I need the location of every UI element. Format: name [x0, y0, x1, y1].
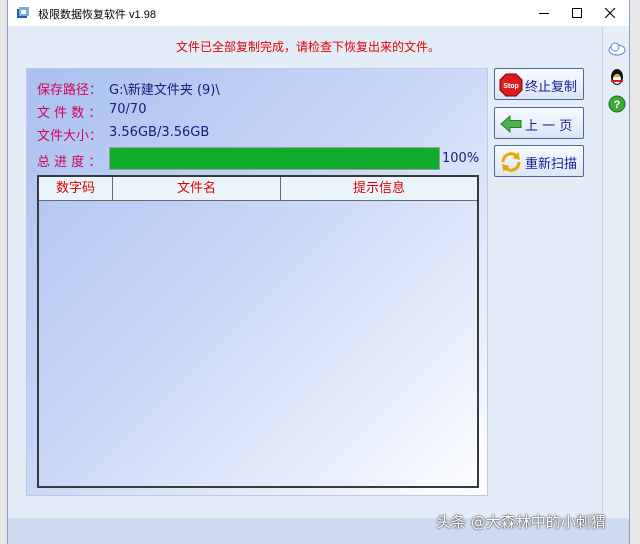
file-count-value: 70/70 — [109, 102, 147, 117]
file-count-label: 文 件 数 ： — [37, 106, 102, 121]
cloud-icon[interactable] — [607, 38, 627, 58]
rescan-button[interactable]: 重新扫描 — [494, 145, 584, 177]
column-header-message[interactable]: 提示信息 — [281, 177, 477, 200]
previous-page-label: 上 一 页 — [525, 119, 573, 134]
client-area: 文件已全部复制完成，请检查下恢复出来的文件。 保存路径： G:\新建文件夹 (9… — [8, 26, 629, 518]
column-header-filename[interactable]: 文件名 — [113, 177, 281, 200]
save-path-value: G:\新建文件夹 (9)\ — [109, 83, 220, 98]
minimize-icon — [539, 13, 549, 14]
column-header-code[interactable]: 数字码 — [39, 177, 113, 200]
desktop-left-strip — [0, 0, 7, 544]
status-message: 文件已全部复制完成，请检查下恢复出来的文件。 — [175, 40, 440, 54]
help-icon[interactable]: ? — [607, 94, 627, 114]
app-window: 极限数据恢复软件 v1.98 文件已全部复制完成，请检查下恢复出来的文件。 保存… — [7, 0, 630, 544]
maximize-icon — [572, 8, 582, 18]
save-path-label: 保存路径： — [37, 83, 103, 98]
arrow-left-icon — [500, 114, 522, 134]
refresh-icon — [501, 152, 521, 172]
desktop-right-strip — [630, 0, 640, 544]
previous-page-button[interactable]: 上 一 页 — [494, 107, 584, 139]
file-size-label: 文件大小： — [37, 129, 103, 144]
svg-text:?: ? — [614, 99, 621, 111]
close-icon — [605, 8, 615, 18]
watermark: 头条 @大森林中的小刺猬 — [436, 513, 606, 531]
table-header: 数字码 文件名 提示信息 — [39, 177, 477, 201]
side-toolbar: ? — [602, 26, 629, 518]
qq-penguin-icon[interactable] — [607, 66, 627, 86]
file-table[interactable]: 数字码 文件名 提示信息 — [37, 175, 479, 488]
app-logo-icon — [17, 7, 29, 18]
progress-label: 总 进 度 ： — [37, 155, 102, 170]
progress-percent: 100% — [442, 151, 480, 166]
stop-copy-button[interactable]: Stop 终止复制 — [494, 68, 584, 100]
svg-text:Stop: Stop — [503, 83, 519, 90]
stop-sign-icon: Stop — [499, 73, 523, 97]
title-bar[interactable]: 极限数据恢复软件 v1.98 — [8, 0, 629, 26]
progress-fill — [110, 148, 439, 169]
maximize-button[interactable] — [560, 0, 594, 26]
progress-bar — [109, 147, 440, 170]
rescan-label: 重新扫描 — [525, 157, 578, 172]
stop-copy-label: 终止复制 — [525, 80, 578, 95]
close-button[interactable] — [593, 0, 627, 26]
minimize-button[interactable] — [527, 0, 561, 26]
window-title: 极限数据恢复软件 v1.98 — [38, 9, 156, 21]
file-size-value: 3.56GB/3.56GB — [109, 125, 210, 140]
main-panel: 保存路径： G:\新建文件夹 (9)\ 文 件 数 ： 70/70 文件大小： … — [26, 68, 488, 496]
